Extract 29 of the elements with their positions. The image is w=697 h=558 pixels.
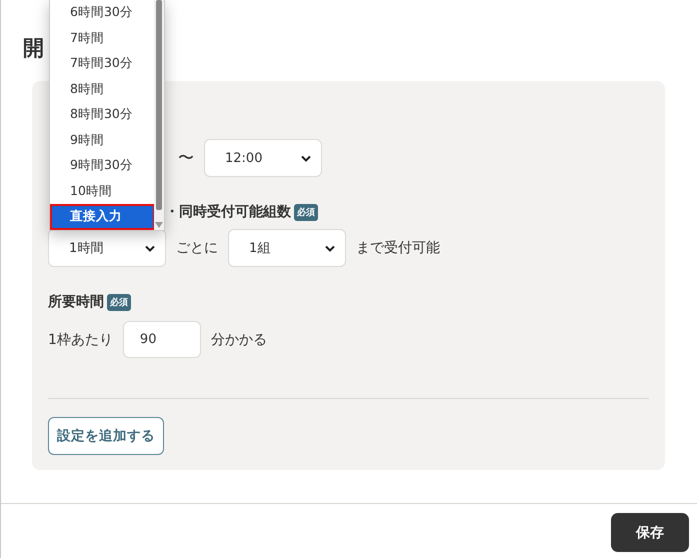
- add-setting-button[interactable]: 設定を追加する: [48, 417, 164, 455]
- field-label: 所要時間: [48, 293, 104, 311]
- count-select[interactable]: 1組: [228, 229, 346, 267]
- dropdown-option[interactable]: 7時間30分: [50, 51, 155, 76]
- scrollbar[interactable]: [154, 0, 164, 230]
- required-badge: 必須: [107, 294, 131, 310]
- dropdown-option[interactable]: 8時間30分: [50, 102, 155, 128]
- dropdown-option[interactable]: 7時間: [50, 26, 155, 51]
- section-heading: 開: [23, 35, 45, 62]
- field-label: ・同時受付可能組数: [165, 203, 291, 221]
- duration-input[interactable]: 90: [122, 321, 201, 358]
- dropdown-option[interactable]: 10時間: [50, 178, 155, 204]
- interval-select[interactable]: 1時間: [48, 229, 166, 267]
- field-text: 分かかる: [210, 330, 267, 348]
- field-text: まで受付可能: [356, 239, 440, 257]
- required-badge: 必須: [294, 204, 318, 220]
- field-text: ごとに: [176, 239, 218, 257]
- dropdown-option[interactable]: 直接入力: [50, 204, 155, 230]
- save-button[interactable]: 保存: [611, 513, 689, 552]
- dropdown-option[interactable]: 6時間30分: [50, 0, 155, 26]
- range-separator: 〜: [178, 148, 194, 168]
- dropdown-option[interactable]: 9時間: [50, 128, 155, 153]
- chevron-down-icon: [325, 244, 335, 252]
- end-time-select[interactable]: 12:00: [204, 139, 322, 177]
- chevron-down-icon: [301, 154, 311, 162]
- dropdown-option[interactable]: 9時間30分: [50, 153, 155, 178]
- dropdown-option[interactable]: 8時間: [50, 76, 155, 102]
- chevron-down-icon: [145, 244, 155, 252]
- field-text: 1枠あたり: [48, 330, 113, 348]
